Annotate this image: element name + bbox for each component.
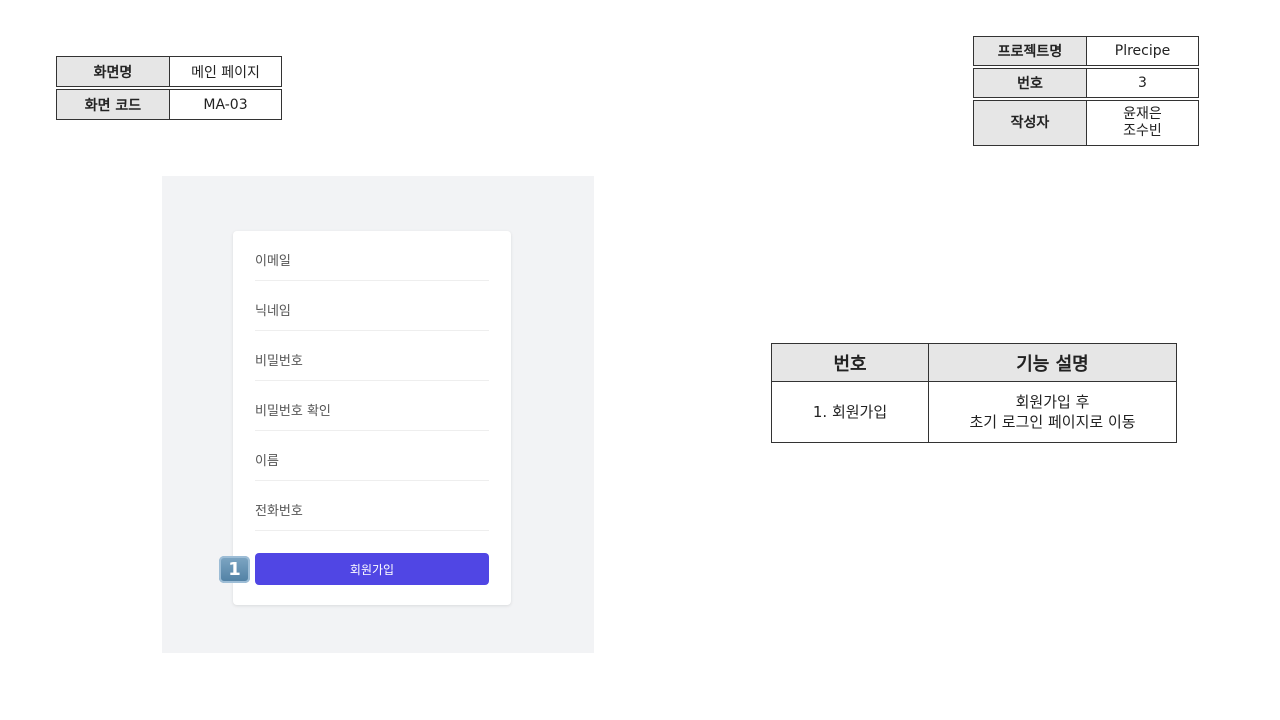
project-name-value: Plrecipe xyxy=(1086,36,1199,66)
description-column-header: 기능 설명 xyxy=(928,343,1177,382)
phone-field-label: 전화번호 xyxy=(255,504,303,519)
signup-card: 이메일 닉네임 비밀번호 비밀번호 확인 이름 전화번호 회원가입 xyxy=(233,231,511,605)
annotation-marker-badge: 1 xyxy=(219,556,250,583)
function-description-cell: 회원가입 후 초기 로그인 페이지로 이동 xyxy=(928,381,1177,443)
function-description-table: 번호 기능 설명 1. 회원가입 회원가입 후 초기 로그인 페이지로 이동 xyxy=(771,343,1177,443)
author-name-1: 윤재은 xyxy=(1123,106,1162,122)
field-underline xyxy=(255,530,489,531)
screen-name-value: 메인 페이지 xyxy=(169,56,282,87)
nickname-field[interactable]: 닉네임 xyxy=(255,281,489,331)
password-confirm-field[interactable]: 비밀번호 확인 xyxy=(255,381,489,431)
password-field-label: 비밀번호 xyxy=(255,354,303,369)
author-name-2: 조수빈 xyxy=(1123,123,1162,139)
screen-info-table: 화면명 메인 페이지 화면 코드 MA-03 xyxy=(56,56,282,120)
project-info-table: 프로젝트명 Plrecipe 번호 3 작성자 윤재은 조수빈 xyxy=(973,36,1199,146)
project-number-label: 번호 xyxy=(973,68,1087,98)
password-confirm-field-label: 비밀번호 확인 xyxy=(255,404,331,419)
number-column-header: 번호 xyxy=(771,343,929,382)
description-line-2: 초기 로그인 페이지로 이동 xyxy=(969,413,1136,431)
author-value: 윤재은 조수빈 xyxy=(1086,100,1199,146)
email-field[interactable]: 이메일 xyxy=(255,231,489,281)
description-line-1: 회원가입 후 xyxy=(1015,393,1090,411)
nickname-field-label: 닉네임 xyxy=(255,304,291,319)
name-field[interactable]: 이름 xyxy=(255,431,489,481)
screen-code-label: 화면 코드 xyxy=(56,89,170,120)
author-label: 작성자 xyxy=(973,100,1087,146)
project-name-label: 프로젝트명 xyxy=(973,36,1087,66)
screen-code-value: MA-03 xyxy=(169,89,282,120)
password-field[interactable]: 비밀번호 xyxy=(255,331,489,381)
email-field-label: 이메일 xyxy=(255,254,291,269)
screen-name-label: 화면명 xyxy=(56,56,170,87)
name-field-label: 이름 xyxy=(255,454,279,469)
project-number-value: 3 xyxy=(1086,68,1199,98)
function-number-cell: 1. 회원가입 xyxy=(771,381,929,443)
phone-field[interactable]: 전화번호 xyxy=(255,481,489,531)
screen-preview: 이메일 닉네임 비밀번호 비밀번호 확인 이름 전화번호 회원가입 1 xyxy=(162,176,594,653)
signup-button[interactable]: 회원가입 xyxy=(255,553,489,585)
